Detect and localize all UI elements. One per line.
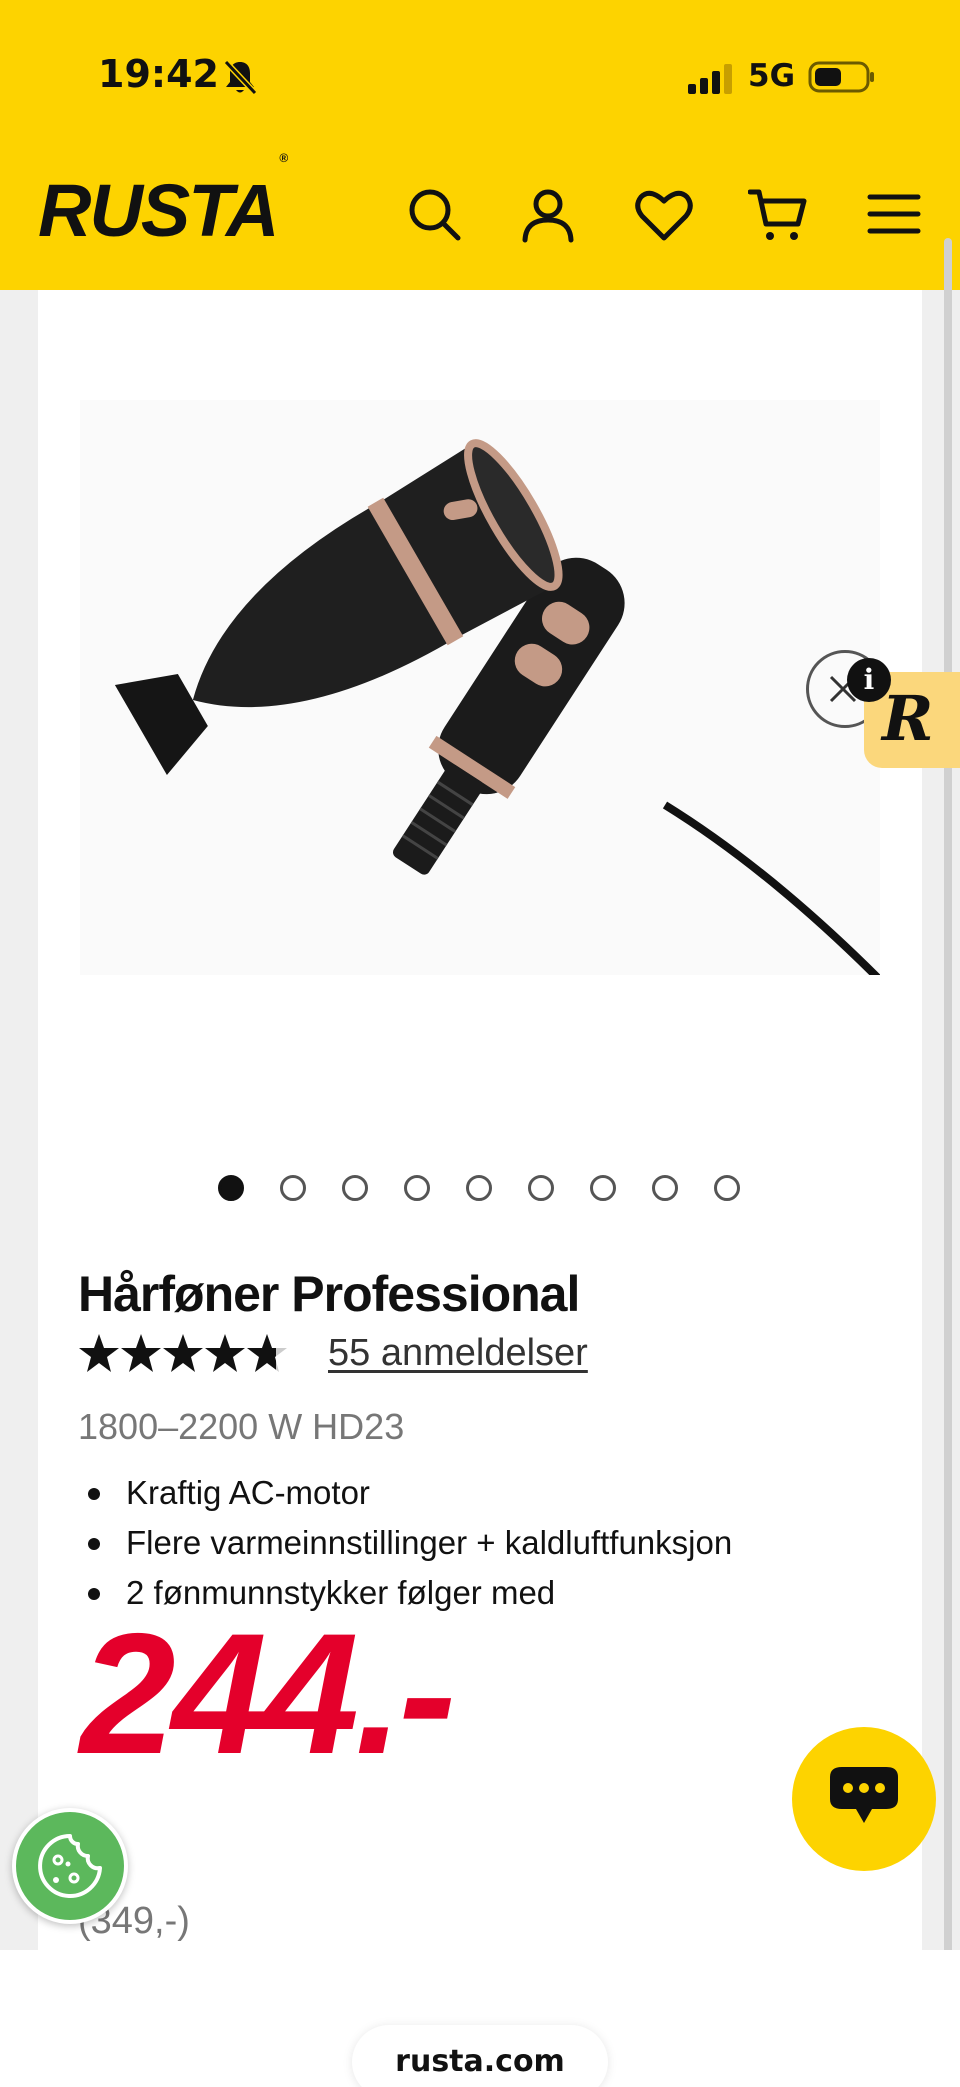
star-icon: [205, 1334, 245, 1372]
menu-icon[interactable]: [864, 184, 924, 244]
battery-icon: [808, 61, 874, 93]
cookie-icon: [38, 1834, 102, 1898]
chat-icon: [830, 1767, 898, 1823]
chat-button[interactable]: [792, 1727, 936, 1871]
status-time: 19:42: [98, 52, 219, 96]
cookie-settings-button[interactable]: [12, 1808, 128, 1924]
account-icon[interactable]: [518, 184, 578, 244]
search-icon[interactable]: [404, 184, 464, 244]
gallery-dot[interactable]: [652, 1175, 678, 1201]
gallery-dot[interactable]: [280, 1175, 306, 1201]
gallery-dot[interactable]: [218, 1175, 244, 1201]
signal-icon: [688, 64, 732, 94]
star-half-icon: [247, 1334, 287, 1372]
bell-muted-icon: [223, 59, 258, 96]
site-header: 19:42 5G RUSTA®: [0, 0, 960, 290]
product-image[interactable]: [80, 400, 880, 975]
feature-item: Kraftig AC-motor: [78, 1468, 732, 1518]
network-type: 5G: [748, 58, 796, 94]
address-bar[interactable]: rusta.com: [352, 2025, 608, 2087]
product-price: 244.-: [80, 1598, 456, 1790]
star-icon: [163, 1334, 203, 1372]
gallery-dot[interactable]: [404, 1175, 430, 1201]
product-title: Hårføner Professional: [78, 1266, 580, 1322]
gallery-dot[interactable]: [528, 1175, 554, 1201]
gallery-dot[interactable]: [590, 1175, 616, 1201]
gallery-dot[interactable]: [342, 1175, 368, 1201]
reviews-link[interactable]: 55 anmeldelser: [328, 1332, 588, 1375]
scrollbar[interactable]: [944, 238, 952, 1958]
gallery-dot[interactable]: [466, 1175, 492, 1201]
gallery-dots: [218, 1175, 740, 1201]
feature-item: Flere varmeinnstillinger + kaldluftfunks…: [78, 1518, 732, 1568]
heart-icon[interactable]: [634, 184, 694, 244]
product-card: Hårføner Professional 55 anmeldelser 180…: [38, 290, 922, 1950]
product-variant: 1800–2200 W HD23: [78, 1406, 405, 1447]
rating-stars: [78, 1332, 288, 1374]
promo-badge-letter: R: [882, 682, 934, 755]
star-icon: [121, 1334, 161, 1372]
star-icon: [79, 1334, 119, 1372]
info-icon[interactable]: i: [847, 658, 891, 702]
rusta-logo[interactable]: RUSTA®: [38, 152, 288, 248]
cart-icon[interactable]: [748, 184, 808, 244]
feature-list: Kraftig AC-motor Flere varmeinnstillinge…: [78, 1468, 732, 1618]
gallery-dot[interactable]: [714, 1175, 740, 1201]
